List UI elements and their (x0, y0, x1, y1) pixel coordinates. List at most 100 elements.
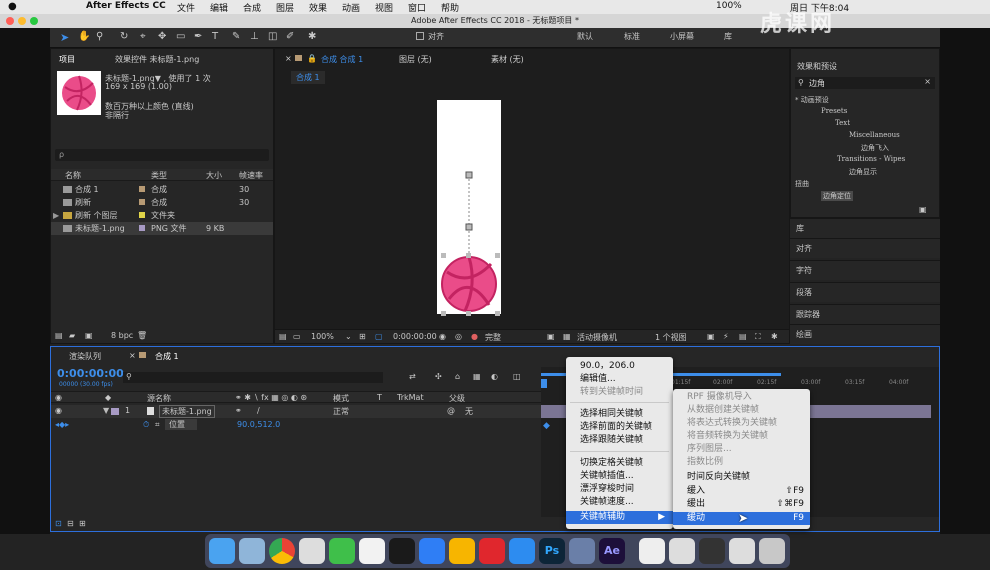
toggle-pixel-icon[interactable]: ▣ (707, 332, 715, 341)
menu-composition[interactable]: 合成 (243, 1, 261, 14)
color-channel-icon[interactable]: ● (471, 332, 478, 341)
layer-name[interactable]: 未标题-1.png (159, 405, 215, 418)
hand-tool-icon[interactable]: ✋ (78, 31, 90, 42)
keyframe-navigator-icon[interactable]: ◂◆▸ (55, 420, 69, 429)
wechat-icon[interactable] (329, 538, 355, 564)
workspace-small-screen[interactable]: 小屏幕 (670, 31, 694, 42)
views-dropdown[interactable]: 1 个视图 (655, 332, 687, 343)
new-folder-icon[interactable]: ▰ (69, 331, 75, 340)
menu-item-keyframe-velocity[interactable]: 关键帧速度... (566, 496, 673, 509)
switches-icon[interactable]: ⚭ ✱ ∖ fx ▦ ◎ ◐ ⊛ (235, 393, 307, 402)
column-fps[interactable]: 帧速率 (239, 170, 263, 181)
menu-file[interactable]: 文件 (177, 1, 195, 14)
interpret-footage-icon[interactable]: ▤ (55, 331, 63, 340)
viewer-timecode[interactable]: 0:00:00:00 (393, 332, 437, 341)
panel-align[interactable]: 对齐 (790, 238, 940, 258)
clear-search-icon[interactable]: × (924, 77, 931, 86)
new-bin-icon[interactable]: ▣ (919, 205, 927, 214)
timeline-timecode[interactable]: 0:00:00:00 (57, 367, 124, 380)
zoom-window-button[interactable] (30, 17, 38, 25)
menu-help[interactable]: 帮助 (441, 1, 459, 14)
new-composition-icon[interactable]: ▣ (85, 331, 93, 340)
column-source-name[interactable]: 源名称 (147, 393, 171, 404)
screencap-icon[interactable] (569, 538, 595, 564)
photos-icon[interactable] (299, 538, 325, 564)
menu-item-select-equal-keyframes[interactable]: 选择相同关键帧 (566, 408, 673, 421)
menu-item-value[interactable]: 90.0，206.0 (566, 360, 673, 373)
photoshop-icon[interactable]: Ps (539, 538, 565, 564)
apple-icon[interactable]: ● (8, 1, 17, 12)
keyframe-icon[interactable]: ◆ (543, 421, 550, 431)
toggle-switches-icon[interactable]: ⊡ (55, 519, 62, 528)
panel-paragraph[interactable]: 段落 (790, 282, 940, 302)
tree-animation-presets[interactable]: * 动画预设 (795, 95, 829, 105)
mask-visibility-icon[interactable]: ▢ (375, 332, 383, 341)
preview-icon[interactable] (239, 538, 265, 564)
window-thumbnail-icon[interactable] (669, 538, 695, 564)
rotate-tool-icon[interactable]: ↻ (120, 31, 128, 42)
disclosure-triangle-icon[interactable]: ▶ (53, 209, 59, 222)
motion-path-overlay[interactable] (435, 169, 507, 319)
timeline-icon[interactable]: ▤ (739, 332, 747, 341)
collapse-switch-icon[interactable]: ⚭ (235, 406, 242, 415)
bit-depth-button[interactable]: 8 bpc (111, 331, 133, 340)
eye-icon[interactable]: ◉ (55, 393, 62, 402)
sketch-icon[interactable] (449, 538, 475, 564)
label-column-icon[interactable]: ◆ (105, 393, 111, 402)
menu-item-select-following-keyframes[interactable]: 选择跟随关键帧 (566, 434, 673, 447)
effects-search-input[interactable]: ⚲ 边角 × (795, 77, 935, 89)
motion-blur-icon[interactable]: ◐ (491, 372, 498, 381)
lock-icon[interactable]: 🔒 (307, 54, 317, 63)
comp-mini-flowchart-icon[interactable]: ✣ (435, 372, 442, 381)
qq-icon[interactable] (389, 538, 415, 564)
tab-footage[interactable]: 素材 (无) (491, 54, 524, 65)
pan-behind-tool-icon[interactable]: ✥ (158, 31, 166, 42)
menu-view[interactable]: 视图 (375, 1, 393, 14)
app-menu[interactable]: After Effects CC (86, 1, 166, 11)
project-row[interactable]: 合成 1 合成 30 (51, 183, 273, 196)
pen-tool-icon[interactable]: ✒ (194, 31, 202, 42)
brush-tool-icon[interactable]: ✎ (232, 31, 240, 42)
eraser-tool-icon[interactable]: ◫ (268, 31, 277, 42)
tree-transitions-wipes[interactable]: Transitions - Wipes (837, 155, 905, 163)
workspace-standard[interactable]: 标准 (624, 31, 640, 42)
project-row[interactable]: ▶ 刷新 个图层 文件夹 (51, 209, 273, 222)
show-snapshot-icon[interactable]: ◎ (455, 332, 462, 341)
tree-corner-pin[interactable]: 边角定位 (821, 191, 853, 201)
finder-icon[interactable] (209, 538, 235, 564)
graph-icon[interactable]: ⌗ (155, 420, 160, 430)
property-row[interactable]: ◂◆▸ ⏱ ⌗ 位置 90.0,512.0 (51, 419, 541, 432)
panel-libraries[interactable]: 库 (790, 218, 940, 238)
quality-dropdown[interactable]: 完整 (485, 332, 501, 343)
layer-mode-dropdown[interactable]: 正常 (333, 406, 349, 417)
layer-parent-dropdown[interactable]: 无 (465, 406, 473, 417)
camera-dropdown[interactable]: 活动摄像机 (577, 332, 617, 343)
menu-window[interactable]: 窗口 (408, 1, 426, 14)
pick-whip-icon[interactable]: @ (447, 406, 455, 415)
transparency-grid-icon[interactable]: ▦ (563, 332, 571, 341)
column-size[interactable]: 大小 (206, 170, 222, 181)
menu-edit[interactable]: 编辑 (210, 1, 228, 14)
layer-row[interactable]: ◉ ▼ 1 未标题-1.png ⚭ ∕ 正常 @ 无 (51, 405, 541, 418)
document-icon[interactable] (639, 538, 665, 564)
type-tool-icon[interactable]: T (212, 31, 218, 42)
menu-item-keyframe-interpolation[interactable]: 关键帧插值... (566, 470, 673, 483)
menu-item-keyframe-assistant[interactable]: 关键帧辅助 ▶ (566, 511, 673, 524)
frame-blending-icon[interactable]: ▦ (473, 372, 481, 381)
exposure-icon[interactable]: ✱ (771, 332, 778, 341)
draft-3d-icon[interactable]: ⇄ (409, 372, 416, 381)
tree-distort[interactable]: 扭曲 (795, 179, 809, 189)
render-time-icon[interactable]: ⊞ (79, 519, 86, 528)
selection-tool-icon[interactable]: ➤ (60, 31, 69, 44)
column-t[interactable]: T (377, 393, 382, 402)
flowchart-icon[interactable]: ⛶ (755, 332, 761, 342)
tab-layer[interactable]: 图层 (无) (399, 54, 432, 65)
submenu-item-easy-ease-in[interactable]: 缓入 ⇧F9 (673, 485, 810, 498)
shy-layers-icon[interactable]: ⌂ (455, 372, 460, 381)
menu-item-rove-across-time[interactable]: 漂浮穿梭时间 (566, 483, 673, 496)
menu-layer[interactable]: 图层 (276, 1, 294, 14)
playhead-marker[interactable] (541, 379, 547, 388)
window-thumbnail-icon[interactable] (699, 538, 725, 564)
close-tab-icon[interactable]: × (129, 351, 136, 360)
disclosure-triangle-icon[interactable]: ▼ (103, 406, 109, 415)
